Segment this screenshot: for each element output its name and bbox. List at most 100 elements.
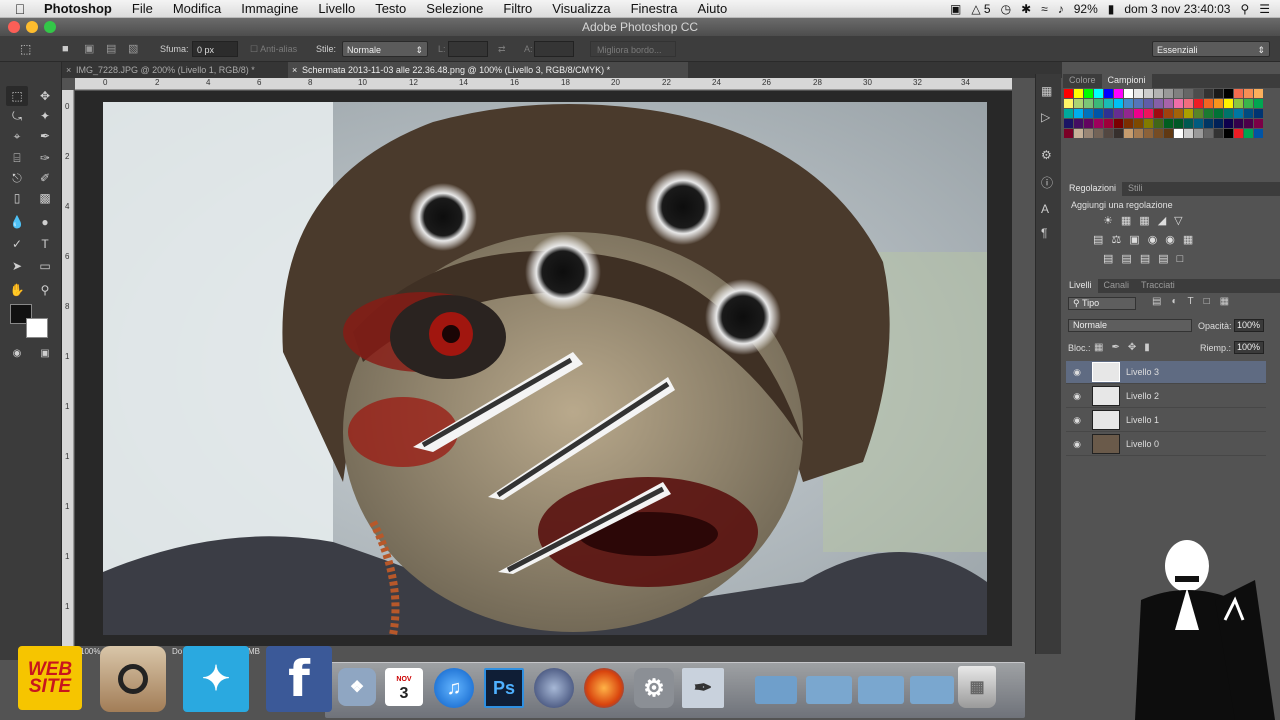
type-tool-icon[interactable]: T — [34, 234, 56, 254]
filter-smart-icon[interactable]: ▦ — [1220, 296, 1239, 307]
eye-icon[interactable]: ◉ — [1066, 391, 1088, 402]
menu-aiuto[interactable]: Aiuto — [688, 1, 738, 16]
color-swatch[interactable] — [1154, 99, 1163, 108]
color-swatch[interactable] — [1204, 109, 1213, 118]
blur-tool-icon[interactable]: 💧 — [6, 212, 28, 232]
quick-mask-icon[interactable]: ◉ — [6, 344, 28, 364]
tab-img-7228[interactable]: × IMG_7228.JPG @ 200% (Livello 1, RGB/8) … — [62, 62, 284, 78]
dodge-tool-icon[interactable]: ● — [34, 212, 56, 232]
color-swatch[interactable] — [1124, 99, 1133, 108]
invert-icon[interactable]: ▤ — [1103, 253, 1121, 265]
color-swatch[interactable] — [1254, 109, 1263, 118]
new-selection-icon[interactable]: ■ — [62, 41, 69, 57]
color-swatch[interactable] — [1074, 89, 1083, 98]
menu-finestra[interactable]: Finestra — [621, 1, 688, 16]
color-swatch[interactable] — [1194, 89, 1203, 98]
zoom-tool-icon[interactable]: ⚲ — [34, 280, 56, 300]
fill-input[interactable]: 100% — [1234, 341, 1264, 354]
color-swatch[interactable] — [1254, 99, 1263, 108]
color-swatch[interactable] — [1144, 99, 1153, 108]
color-swatch[interactable] — [1114, 99, 1123, 108]
color-swatch[interactable] — [1214, 109, 1223, 118]
color-swatch[interactable] — [1064, 109, 1073, 118]
move-tool-icon[interactable]: ✥ — [34, 86, 56, 106]
color-swatch[interactable] — [1164, 119, 1173, 128]
color-swatch[interactable] — [1224, 119, 1233, 128]
history-panel-icon[interactable]: ▦ — [1041, 84, 1052, 98]
tab-regolazioni[interactable]: Regolazioni — [1063, 182, 1123, 196]
screen-mode-icon[interactable]: ▣ — [34, 344, 56, 364]
color-swatch[interactable] — [1104, 119, 1113, 128]
volume-icon[interactable]: ♪ — [1058, 2, 1064, 16]
filter-pixel-icon[interactable]: ▤ — [1152, 296, 1171, 307]
height-input[interactable] — [534, 41, 574, 57]
color-swatch[interactable] — [1104, 129, 1113, 138]
color-swatch[interactable] — [1174, 89, 1183, 98]
downloads-folder-icon[interactable] — [858, 676, 904, 704]
color-swatch[interactable] — [1224, 109, 1233, 118]
color-swatch[interactable] — [1244, 99, 1253, 108]
color-swatch[interactable] — [1144, 119, 1153, 128]
color-swatch[interactable] — [1084, 89, 1093, 98]
hand-tool-icon[interactable]: ✋ — [6, 280, 28, 300]
path-selection-tool-icon[interactable]: ➤ — [6, 256, 28, 276]
color-swatch[interactable] — [1164, 109, 1173, 118]
tab-colore[interactable]: Colore — [1063, 74, 1102, 88]
close-tab-icon[interactable]: × — [66, 62, 71, 78]
gradient-map-icon[interactable]: ▤ — [1158, 253, 1176, 265]
color-swatch[interactable] — [1214, 119, 1223, 128]
tab-stili[interactable]: Stili — [1122, 182, 1149, 196]
color-swatch[interactable] — [1124, 89, 1133, 98]
color-swatch[interactable] — [1114, 119, 1123, 128]
menubar-clock[interactable]: dom 3 nov 23:40:03 — [1124, 2, 1230, 16]
rectangle-tool-icon[interactable]: ▭ — [34, 256, 56, 276]
feather-input[interactable]: 0 px — [192, 41, 238, 57]
color-swatch[interactable] — [1064, 129, 1073, 138]
menu-testo[interactable]: Testo — [365, 1, 416, 16]
color-swatch[interactable] — [1234, 99, 1243, 108]
color-swatch[interactable] — [1244, 119, 1253, 128]
color-swatch[interactable] — [1094, 89, 1103, 98]
marquee-tool-preset-icon[interactable]: ⬚ — [20, 41, 31, 57]
color-swatch[interactable] — [1134, 109, 1143, 118]
brightness-contrast-icon[interactable]: ☀ — [1103, 215, 1121, 227]
threshold-icon[interactable]: ▤ — [1140, 253, 1158, 265]
color-swatch[interactable] — [1204, 99, 1213, 108]
refine-edge-button[interactable]: Migliora bordo... — [590, 41, 676, 57]
color-swatch[interactable] — [1254, 119, 1263, 128]
color-swatch[interactable] — [1244, 129, 1253, 138]
lock-transparent-icon[interactable]: ▦ — [1094, 342, 1111, 353]
posterize-icon[interactable]: ▤ — [1121, 253, 1139, 265]
filter-adjustment-icon[interactable]: ◐ — [1171, 296, 1187, 307]
color-swatch[interactable] — [1154, 129, 1163, 138]
exposure-icon[interactable]: ◢ — [1158, 215, 1174, 227]
stack-folder-icon[interactable] — [910, 676, 954, 704]
color-swatch[interactable] — [1074, 109, 1083, 118]
color-swatch[interactable] — [1074, 99, 1083, 108]
actions-panel-icon[interactable]: ▷ — [1041, 110, 1050, 124]
color-swatch[interactable] — [1104, 89, 1113, 98]
color-swatch[interactable] — [1194, 99, 1203, 108]
color-swatch[interactable] — [1064, 99, 1073, 108]
color-swatch[interactable] — [1154, 119, 1163, 128]
style-select[interactable]: Normale ⇕ — [342, 41, 428, 57]
color-swatch[interactable] — [1104, 99, 1113, 108]
swap-icon[interactable]: ⇄ — [498, 41, 506, 57]
menu-livello[interactable]: Livello — [308, 1, 365, 16]
color-swatch[interactable] — [1124, 129, 1133, 138]
color-balance-icon[interactable]: ⚖ — [1111, 234, 1129, 246]
curves-icon[interactable]: ▦ — [1139, 215, 1157, 227]
hue-saturation-icon[interactable]: ▤ — [1093, 234, 1111, 246]
color-swatch[interactable] — [1134, 89, 1143, 98]
layer-row[interactable]: ◉ Livello 3 — [1066, 361, 1266, 384]
color-swatch[interactable] — [1144, 109, 1153, 118]
color-swatch[interactable] — [1204, 89, 1213, 98]
color-swatch[interactable] — [1234, 129, 1243, 138]
color-swatch[interactable] — [1164, 99, 1173, 108]
color-swatch[interactable] — [1214, 99, 1223, 108]
itunes-dock-icon[interactable]: ♫ — [434, 668, 474, 708]
tab-canali[interactable]: Canali — [1098, 279, 1136, 293]
color-lookup-icon[interactable]: ▦ — [1183, 234, 1201, 246]
color-swatch[interactable] — [1194, 119, 1203, 128]
color-swatch[interactable] — [1074, 119, 1083, 128]
